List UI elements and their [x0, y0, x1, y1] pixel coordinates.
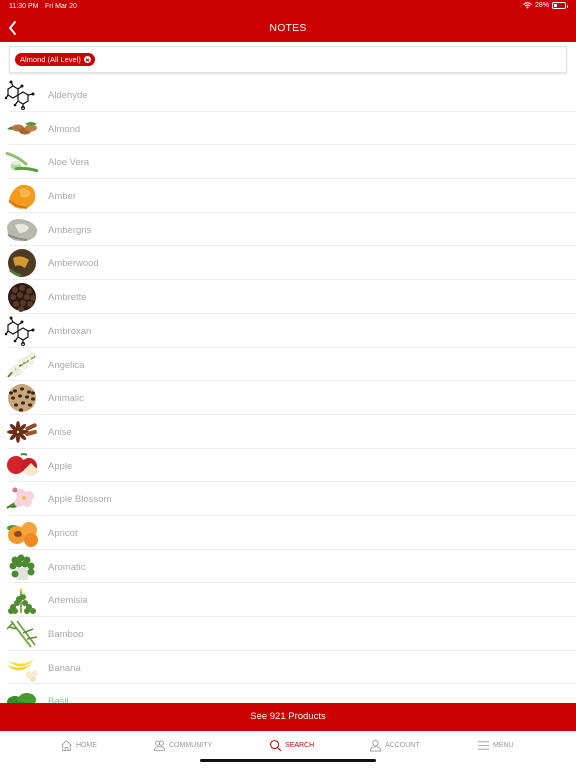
note-label: Bamboo	[48, 629, 84, 640]
note-label: Anise	[48, 426, 72, 438]
circle-seeds-icon	[5, 282, 39, 313]
note-row[interactable]: Artemisia	[0, 583, 576, 617]
search-icon	[270, 740, 282, 752]
status-bar: 11:30 PM Fri Mar 20 28%	[0, 0, 576, 14]
note-row[interactable]: Amberwood	[0, 246, 576, 281]
close-circle-icon[interactable]	[83, 56, 91, 63]
community-icon	[153, 740, 166, 752]
note-label: Apple	[48, 460, 73, 472]
note-row[interactable]: Aldehyde	[0, 78, 576, 112]
artemisia-icon	[5, 585, 39, 615]
note-label: Ambergris	[48, 224, 92, 236]
filter-chip-almond[interactable]: Almond (All Level)	[15, 53, 95, 66]
tab-home-label: HOME	[76, 742, 97, 749]
note-row[interactable]: Basil	[0, 684, 576, 703]
note-label: Apple Blossom	[48, 494, 112, 506]
home-indicator	[200, 759, 376, 762]
tab-search-label: SEARCH	[285, 742, 315, 749]
note-row[interactable]: Apricot	[0, 516, 576, 550]
note-label: Ambrette	[48, 292, 87, 304]
wifi-icon	[523, 2, 532, 9]
note-label: Animalic	[48, 393, 84, 405]
tab-search[interactable]: SEARCH	[269, 739, 314, 752]
battery-icon	[552, 2, 568, 9]
note-row[interactable]: Anise	[0, 415, 576, 449]
note-row[interactable]: Aloe Vera	[0, 145, 576, 180]
amber-icon	[5, 181, 39, 211]
tab-bar: HOME COMMUNITY SEARCH ACCOUNT MENU	[0, 731, 576, 768]
tab-menu[interactable]: MENU	[477, 739, 514, 752]
note-label: Amber	[48, 191, 76, 203]
note-label: Apricot	[48, 527, 78, 539]
note-label: Almond	[48, 123, 81, 135]
notes-list[interactable]: Aldehyde Almond Aloe Vera Amber Ambergris Amb…	[0, 78, 576, 703]
note-label: Angelica	[48, 359, 85, 371]
almond-icon	[5, 114, 39, 144]
account-icon	[369, 739, 382, 752]
note-row[interactable]: Ambroxan	[0, 314, 576, 348]
note-row[interactable]: Aromatic	[0, 550, 576, 584]
note-row[interactable]: Apple	[0, 449, 576, 483]
tab-menu-label: MENU	[493, 742, 514, 749]
status-date: Fri Mar 20	[45, 3, 77, 10]
tab-community[interactable]: COMMUNITY	[153, 739, 212, 752]
note-row[interactable]: Apple Blossom	[0, 482, 576, 516]
basil-icon	[5, 686, 39, 703]
note-label: Ambroxan	[48, 325, 92, 337]
note-label: Banana	[48, 662, 81, 674]
bamboo-icon	[5, 619, 39, 649]
circle-leopard-icon	[5, 383, 39, 413]
status-right: 28%	[523, 2, 568, 9]
note-label: Aldehyde	[48, 90, 88, 101]
home-icon	[61, 740, 72, 752]
herbs-icon	[5, 552, 39, 582]
flower-white-icon	[5, 350, 39, 380]
nav-bar: NOTES	[0, 14, 576, 42]
status-time: 11:30 PM	[9, 3, 39, 10]
stone-icon	[5, 215, 39, 245]
star-anise-icon	[5, 417, 39, 447]
banana-icon	[5, 653, 39, 683]
apricot-icon	[5, 518, 39, 548]
apple-icon	[5, 451, 39, 481]
see-products-button[interactable]: See 921 Products	[0, 703, 576, 731]
note-row[interactable]: Banana	[0, 651, 576, 685]
note-row[interactable]: Amber	[0, 179, 576, 213]
filter-chip-label: Almond (All Level)	[20, 55, 81, 64]
note-row[interactable]: Bamboo	[0, 617, 576, 651]
note-label: Aromatic	[48, 561, 86, 573]
blossom-icon	[5, 484, 39, 514]
menu-icon	[477, 741, 490, 750]
note-row[interactable]: Almond	[0, 112, 576, 146]
page-title: NOTES	[269, 22, 307, 34]
molecule-icon	[4, 80, 39, 110]
note-label: Amberwood	[48, 258, 99, 270]
tab-account-label: ACCOUNT	[385, 742, 420, 749]
selected-filters-box: Almond (All Level)	[9, 46, 567, 73]
note-row[interactable]: Ambrette	[0, 280, 576, 314]
circle-wood-icon	[5, 248, 39, 278]
note-label: Artemisia	[48, 595, 88, 607]
note-row[interactable]: Ambergris	[0, 213, 576, 247]
tab-home[interactable]: HOME	[60, 739, 97, 752]
battery-percent: 28%	[534, 2, 549, 9]
note-row[interactable]: Animalic	[0, 381, 576, 415]
molecule-icon	[4, 316, 39, 346]
tab-community-label: COMMUNITY	[169, 742, 213, 749]
note-row[interactable]: Angelica	[0, 348, 576, 382]
note-label: Basil	[48, 696, 69, 703]
tab-account[interactable]: ACCOUNT	[369, 739, 420, 752]
aloe-icon	[5, 147, 39, 177]
note-label: Aloe Vera	[48, 157, 90, 169]
